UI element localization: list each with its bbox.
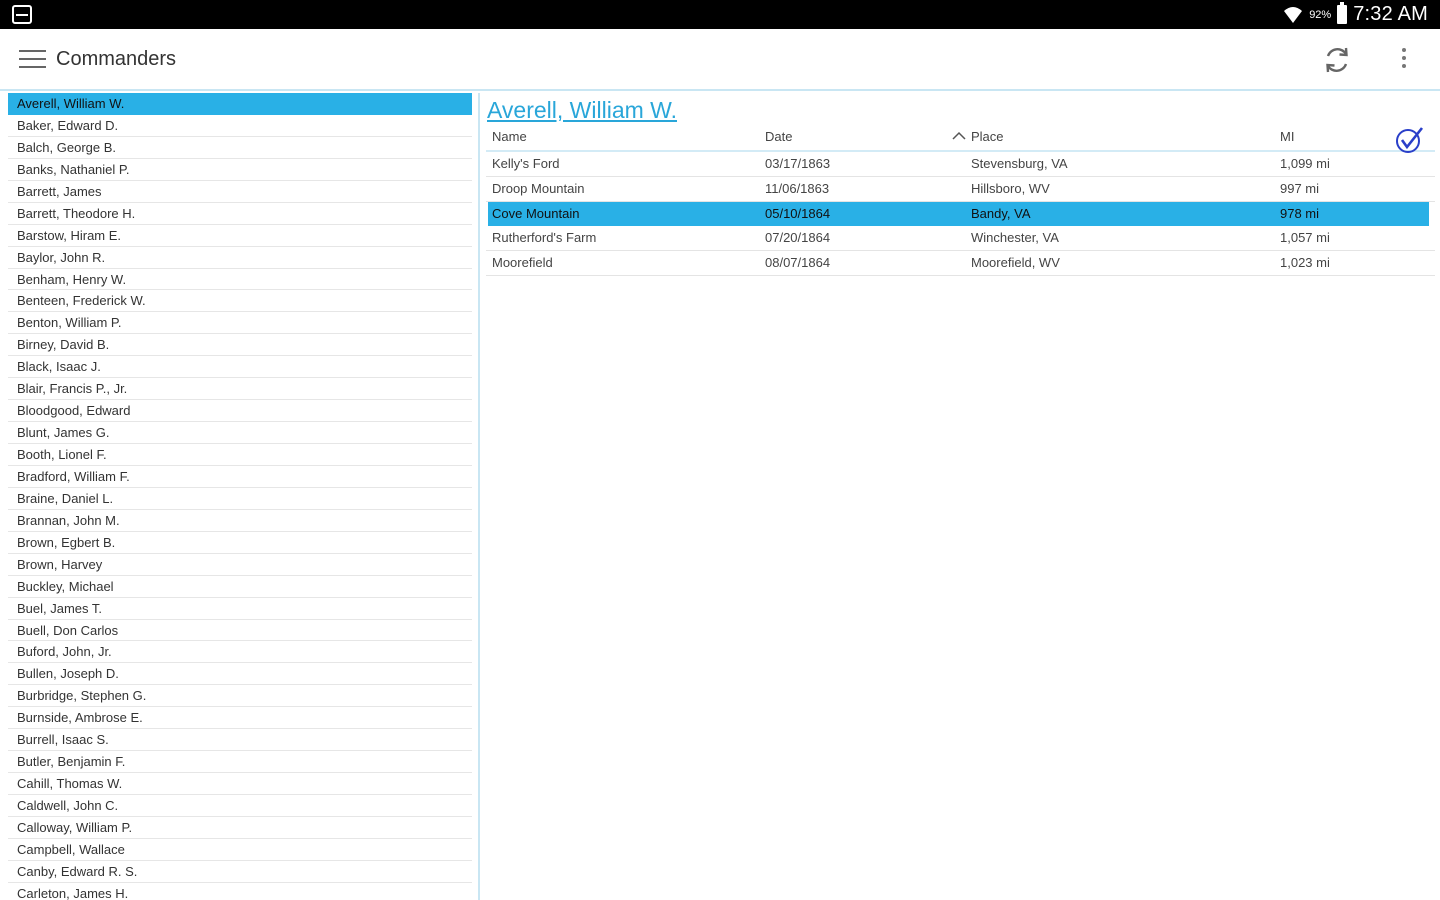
commander-list-item[interactable]: Brannan, John M. [8, 510, 472, 532]
clock-time: 7:32 AM [1353, 3, 1428, 25]
table-row[interactable]: Rutherford's Farm 07/20/1864 Winchester, V… [486, 226, 1435, 252]
table-row[interactable]: Droop Mountain 11/06/1863 Hillsboro, WV 997… [486, 177, 1435, 202]
notification-app-icon [12, 5, 32, 24]
commander-list-item[interactable]: Butler, Benjamin F. [8, 751, 472, 774]
commander-list-item[interactable]: Baylor, John R. [8, 247, 472, 269]
battles-table-header: Name Date Place MI [486, 125, 1435, 154]
cell-date: 03/17/1863 [765, 156, 831, 171]
refresh-icon[interactable] [1322, 45, 1352, 75]
commander-list-item[interactable]: Benton, William P. [8, 312, 472, 335]
commander-list-item[interactable]: Baker, Edward D. [8, 115, 472, 137]
commander-list-item[interactable]: Averell, William W. [8, 93, 472, 115]
commander-list-item[interactable]: Bradford, William F. [8, 466, 472, 488]
commander-list-item[interactable]: Canby, Edward R. S. [8, 861, 472, 883]
commander-list-item[interactable]: Cahill, Thomas W. [8, 773, 472, 795]
commander-list[interactable]: Averell, William W. Baker, Edward D. Balch… [0, 93, 478, 900]
wifi-icon [1284, 6, 1303, 23]
commander-list-item[interactable]: Bloodgood, Edward [8, 400, 472, 423]
commander-list-item[interactable]: Blair, Francis P., Jr. [8, 378, 472, 401]
table-row[interactable]: Kelly's Ford 03/17/1863 Stevensburg, VA 1,0… [486, 152, 1435, 177]
status-bar-right: 92% 7:32 AM [1283, 0, 1428, 29]
table-row[interactable]: Moorefield 08/07/1864 Moorefield, WV 1,023 … [486, 251, 1435, 276]
battles-table-body: Kelly's Ford 03/17/1863 Stevensburg, VA 1,0… [486, 152, 1435, 276]
app-title: Commanders [56, 48, 177, 70]
commander-list-item[interactable]: Buel, James T. [8, 598, 472, 620]
commander-list-item[interactable]: Blunt, James G. [8, 422, 472, 444]
commander-list-item[interactable]: Birney, David B. [8, 334, 472, 357]
commander-list-item[interactable]: Brown, Egbert B. [8, 532, 472, 554]
status-bar: 92% 7:32 AM [0, 0, 1440, 29]
column-header-date[interactable]: Date [765, 125, 792, 150]
cell-place: Stevensburg, VA [971, 156, 1068, 171]
commander-list-item[interactable]: Balch, George B. [8, 137, 472, 159]
cell-mi: 1,099 mi [1280, 156, 1330, 171]
cell-mi: 997 mi [1280, 180, 1320, 196]
hamburger-menu-icon[interactable] [19, 50, 46, 70]
detail-pane: Averell, William W. Name Date Place MI K… [482, 93, 1440, 900]
battery-icon [1337, 2, 1348, 24]
commander-list-item[interactable]: Campbell, Wallace [8, 839, 472, 861]
commander-list-item[interactable]: Buckley, Michael [8, 576, 472, 598]
commander-list-item[interactable]: Burrell, Isaac S. [8, 729, 472, 752]
cell-name: Droop Mountain [492, 180, 585, 196]
overflow-menu-icon[interactable] [1394, 45, 1414, 75]
column-header-mi[interactable]: MI [1280, 125, 1294, 150]
commander-list-item[interactable]: Buell, Don Carlos [8, 620, 472, 642]
detail-title-link[interactable]: Averell, William W. [487, 97, 677, 124]
cell-mi: 1,023 mi [1280, 255, 1330, 271]
cell-name: Cove Mountain [492, 205, 580, 221]
commander-list-item[interactable]: Carleton, James H. [8, 883, 472, 900]
cell-place: Moorefield, WV [971, 255, 1060, 271]
commander-list-item[interactable]: Barstow, Hiram E. [8, 225, 472, 247]
cell-place: Hillsboro, WV [971, 180, 1050, 196]
sort-ascending-icon [952, 131, 966, 140]
action-bar: Commanders [0, 29, 1440, 91]
commander-list-item[interactable]: Banks, Nathaniel P. [8, 159, 472, 181]
column-header-place[interactable]: Place [971, 125, 1004, 150]
commander-list-item[interactable]: Burbridge, Stephen G. [8, 685, 472, 708]
commander-list-item[interactable]: Barrett, James [8, 181, 472, 203]
cell-name: Moorefield [492, 255, 553, 271]
cell-date: 05/10/1864 [765, 205, 831, 221]
cell-place: Bandy, VA [971, 205, 1031, 221]
commander-list-pane[interactable]: Averell, William W. Baker, Edward D. Balch… [0, 93, 480, 900]
commander-list-item[interactable]: Calloway, William P. [8, 817, 472, 839]
cell-date: 07/20/1864 [765, 230, 831, 246]
cell-date: 11/06/1863 [765, 180, 830, 196]
commander-list-item[interactable]: Burnside, Ambrose E. [8, 707, 472, 730]
commander-list-item[interactable]: Benham, Henry W. [8, 269, 472, 291]
commander-list-item[interactable]: Black, Isaac J. [8, 356, 472, 379]
cell-mi: 978 mi [1280, 205, 1320, 221]
commander-list-item[interactable]: Barrett, Theodore H. [8, 203, 472, 225]
commander-list-item[interactable]: Brown, Harvey [8, 554, 472, 576]
commander-list-item[interactable]: Bullen, Joseph D. [8, 663, 472, 686]
commander-list-item[interactable]: Braine, Daniel L. [8, 488, 472, 510]
cell-name: Kelly's Ford [492, 156, 560, 171]
commander-list-item[interactable]: Benteen, Frederick W. [8, 290, 472, 313]
battery-percent: 92% [1309, 8, 1332, 21]
cell-place: Winchester, VA [971, 230, 1059, 246]
cell-name: Rutherford's Farm [492, 230, 597, 246]
commander-list-item[interactable]: Booth, Lionel F. [8, 444, 472, 466]
cell-date: 08/07/1864 [765, 255, 831, 271]
table-row[interactable]: Cove Mountain 05/10/1864 Bandy, VA 978 mi [488, 201, 1429, 227]
cell-mi: 1,057 mi [1280, 230, 1330, 246]
commander-list-item[interactable]: Buford, John, Jr. [8, 641, 472, 664]
column-header-name[interactable]: Name [492, 125, 527, 150]
commander-list-item[interactable]: Caldwell, John C. [8, 795, 472, 817]
checkmark-circle-icon[interactable] [1395, 126, 1425, 154]
